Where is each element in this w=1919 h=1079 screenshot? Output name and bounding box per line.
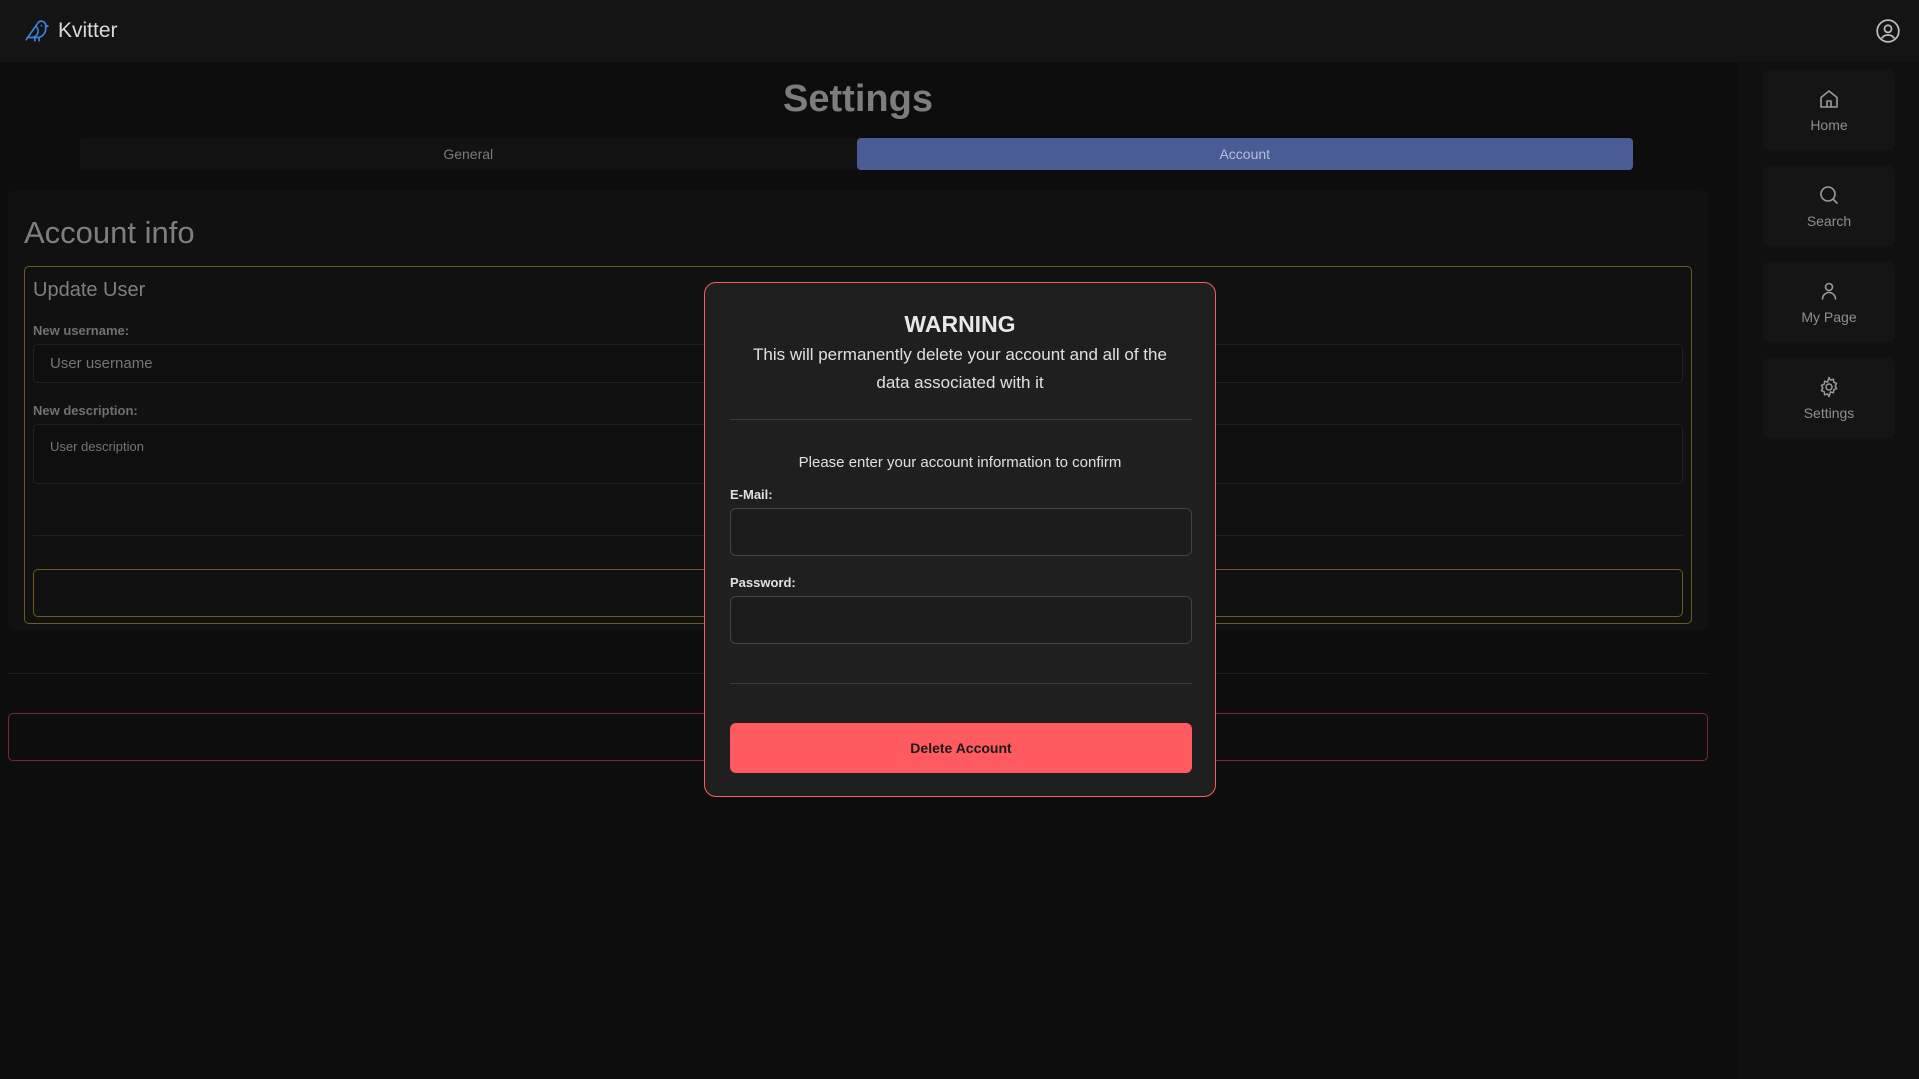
update-user-title: Update User [33, 279, 146, 301]
modal-confirm-text: Please enter your account information to… [798, 454, 1122, 471]
sidebar-item-label: My Page [1801, 309, 1857, 325]
modal-warning-message: This will permanently delete your accoun… [753, 345, 1167, 392]
description-label: New description: [33, 403, 138, 418]
profile-button[interactable] [1875, 18, 1901, 44]
tab-account[interactable]: Account [856, 138, 1633, 170]
email-field[interactable] [730, 508, 1192, 556]
password-label: Password: [730, 575, 796, 590]
brand-link[interactable]: Kvitter [24, 18, 118, 44]
bird-logo-icon [25, 20, 49, 42]
right-sidebar: Home Search My Page Settings [1739, 62, 1919, 1079]
sidebar-item-search[interactable]: Search [1763, 166, 1895, 246]
search-icon [1820, 186, 1838, 204]
sidebar-item-my-page[interactable]: My Page [1763, 262, 1895, 342]
user-icon [1821, 282, 1837, 300]
email-label: E-Mail: [730, 487, 773, 502]
account-info-title: Account info [24, 215, 195, 250]
password-field[interactable] [730, 596, 1192, 644]
delete-account-modal: WARNING This will permanently delete you… [704, 282, 1216, 797]
username-label: New username: [33, 323, 130, 338]
sidebar-item-label: Search [1806, 213, 1852, 229]
delete-account-button[interactable]: Delete Account [730, 723, 1192, 773]
app-name: Kvitter [58, 19, 118, 42]
modal-title: WARNING [904, 311, 1016, 337]
tab-general[interactable]: General [80, 138, 857, 170]
sidebar-item-label: Home [1810, 117, 1848, 133]
divider [730, 419, 1192, 420]
top-bar: Kvitter [0, 0, 1919, 62]
divider [730, 683, 1192, 684]
home-icon [1820, 90, 1838, 108]
sidebar-item-label: Settings [1803, 405, 1855, 421]
sidebar-item-home[interactable]: Home [1763, 70, 1895, 150]
gear-icon [1820, 376, 1838, 398]
settings-tabs: General Account [80, 138, 1633, 170]
sidebar-item-settings[interactable]: Settings [1763, 358, 1895, 438]
page-title: Settings [783, 78, 933, 120]
